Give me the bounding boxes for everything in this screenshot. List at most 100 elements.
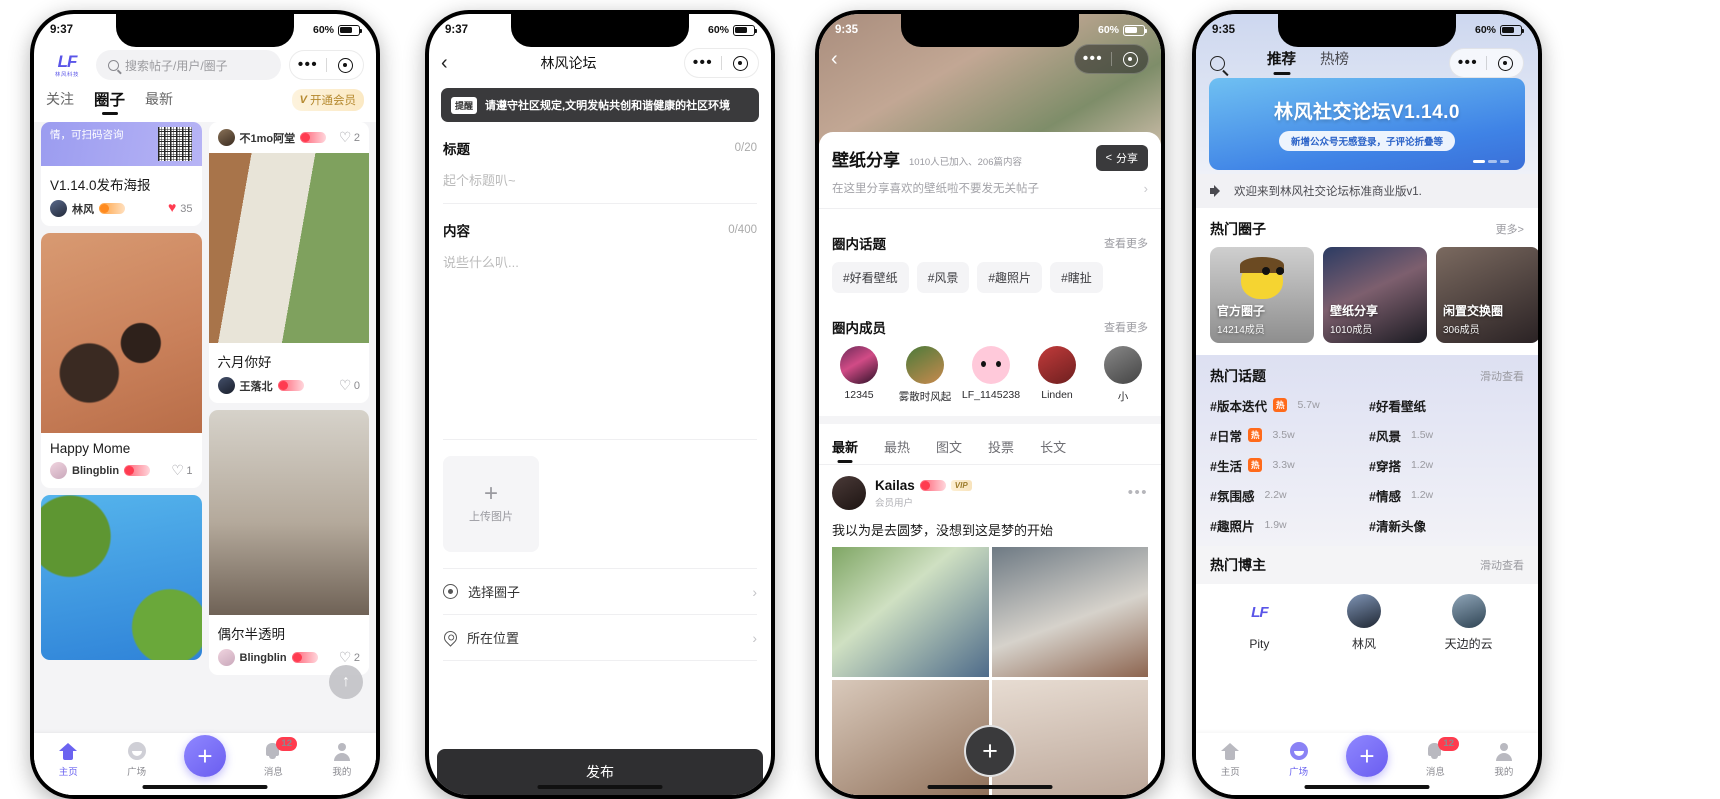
tab-latest[interactable]: 最新 [832, 437, 858, 464]
carousel-dot[interactable] [1500, 160, 1509, 163]
back-icon[interactable]: ‹ [831, 49, 838, 69]
like-count-wrap[interactable]: 2 [339, 652, 360, 664]
tabbar-item-profile[interactable]: 我的 [1470, 741, 1538, 778]
avatar[interactable] [217, 649, 235, 666]
hot-circles-more[interactable]: 更多> [1496, 221, 1524, 237]
more-dots-icon[interactable]: ••• [685, 49, 721, 77]
option-select-circle[interactable]: 选择圈子 › [429, 569, 771, 614]
feed-card[interactable]: 不1mo阿堂 2 六月你好 王落北 [208, 122, 369, 403]
feed-card[interactable]: Happy Mome Blingblin 1 [41, 233, 202, 488]
hot-topic-item[interactable]: #生活 热 3.3w [1210, 450, 1365, 480]
hot-circle-card[interactable]: 官方圈子 14214成员 [1210, 247, 1314, 343]
like-count-wrap[interactable]: 0 [339, 380, 360, 392]
carousel-dot-active[interactable] [1473, 160, 1485, 163]
tabbar-item-plaza[interactable]: 广场 [102, 741, 170, 778]
tabbar-item-home[interactable]: 主页 [1196, 741, 1264, 778]
hot-topic-item[interactable]: #版本迭代 热 5.7w [1210, 390, 1365, 420]
option-location[interactable]: 所在位置 › [429, 615, 771, 660]
topic-chip[interactable]: #瞎扯 [1050, 262, 1103, 293]
carousel-dots[interactable] [1473, 160, 1509, 163]
mini-program-capsule[interactable]: ••• [1074, 44, 1149, 74]
blogger-card[interactable]: 林风 [1314, 584, 1414, 662]
like-count-wrap[interactable]: 1 [171, 465, 192, 477]
more-dots-icon[interactable]: ••• [1450, 49, 1486, 77]
share-button[interactable]: < 分享 [1095, 145, 1148, 171]
member-item[interactable]: 小 [1096, 346, 1150, 404]
card-username[interactable]: Blingblin [240, 652, 287, 664]
close-target-icon[interactable] [722, 49, 758, 77]
close-target-icon[interactable] [1112, 45, 1148, 73]
tabbar-item-home[interactable]: 主页 [34, 741, 102, 778]
post-image[interactable] [991, 680, 1148, 795]
hot-topic-item[interactable]: #风景 1.5w [1369, 420, 1524, 450]
title-input[interactable]: 起个标题叭~ [443, 158, 757, 203]
circle-description-row[interactable]: 在这里分享喜欢的壁纸啦不要发无关帖子 › [832, 171, 1148, 208]
topic-chip[interactable]: #好看壁纸 [832, 262, 909, 293]
hot-topic-item[interactable]: #日常 热 3.5w [1210, 420, 1365, 450]
feed-card[interactable] [41, 495, 202, 660]
content-input[interactable]: 说些什么叭... [443, 240, 757, 439]
post-image[interactable] [832, 547, 989, 677]
more-dots-icon[interactable]: ••• [290, 51, 326, 79]
scroll-to-top-button[interactable]: ↑ [329, 665, 363, 699]
mini-program-capsule[interactable]: ••• [289, 50, 364, 80]
blogger-card[interactable]: 天边的云 [1419, 584, 1519, 662]
tabbar-item-messages[interactable]: 12 消息 [1401, 737, 1469, 778]
avatar[interactable] [217, 129, 235, 146]
tab-longpost[interactable]: 长文 [1040, 437, 1066, 464]
avatar[interactable] [832, 476, 866, 510]
mini-program-capsule[interactable]: ••• [1449, 48, 1524, 78]
tabbar-item-plaza[interactable]: 广场 [1264, 741, 1332, 778]
hot-circles-list[interactable]: 官方圈子 14214成员 壁纸分享 1010成员 闲置交换圈 306成员 [1196, 247, 1538, 355]
tabbar-item-create[interactable]: + [171, 735, 239, 777]
hot-circle-card[interactable]: 壁纸分享 1010成员 [1323, 247, 1427, 343]
card-username[interactable]: Blingblin [72, 465, 119, 477]
plus-icon[interactable]: + [184, 735, 227, 777]
tab-hotlist[interactable]: 热榜 [1320, 48, 1349, 78]
feed-card[interactable]: 偶尔半透明 Blingblin 2 [208, 410, 369, 675]
tab-circles[interactable]: 圈子 [94, 88, 125, 116]
hot-topic-item[interactable]: #情感 1.2w [1369, 480, 1524, 510]
member-item[interactable]: Linden [1030, 346, 1084, 404]
hot-topic-item[interactable]: #好看壁纸 [1369, 390, 1524, 420]
hot-topic-item[interactable]: #清新头像 [1369, 510, 1524, 540]
card-username[interactable]: 不1mo阿堂 [240, 130, 296, 146]
bloggers-more[interactable]: 滑动查看 [1480, 557, 1524, 573]
search-input[interactable]: 搜索帖子/用户/圈子 [96, 50, 281, 80]
post-author[interactable]: Kailas [875, 478, 915, 493]
post-image[interactable] [832, 680, 989, 795]
tabbar-item-messages[interactable]: 12 消息 [239, 737, 307, 778]
topics-more-link[interactable]: 查看更多 [1104, 235, 1148, 251]
bloggers-list[interactable]: LF Pity 林风 天边的云 [1196, 584, 1538, 662]
hot-topics-more[interactable]: 滑动查看 [1480, 368, 1524, 384]
hot-topic-item[interactable]: #穿搭 1.2w [1369, 450, 1524, 480]
like-count-wrap[interactable]: 2 [339, 132, 360, 144]
like-count-wrap[interactable]: 35 [168, 202, 192, 215]
topic-chip[interactable]: #风景 [916, 262, 970, 293]
promo-banner[interactable]: 林风社交论坛V1.14.0 新增公众号无感登录，子评论折叠等 [1209, 78, 1525, 170]
close-target-icon[interactable] [1487, 49, 1523, 77]
members-more-link[interactable]: 查看更多 [1104, 319, 1148, 335]
tab-vote[interactable]: 投票 [988, 437, 1014, 464]
tab-hottest[interactable]: 最热 [884, 437, 910, 464]
announcement-bar[interactable]: 欢迎来到林风社交论坛标准商业版v1. [1196, 174, 1538, 208]
hot-topic-item[interactable]: #趣照片 1.9w [1210, 510, 1365, 540]
promo-card[interactable]: 情，可扫码咨询 V1.14.0发布海报 林风 35 [41, 122, 202, 226]
card-username[interactable]: 林风 [72, 201, 94, 217]
close-target-icon[interactable] [327, 51, 363, 79]
tabbar-item-profile[interactable]: 我的 [308, 741, 376, 778]
tab-latest[interactable]: 最新 [145, 89, 173, 115]
plus-icon[interactable]: + [1346, 735, 1389, 777]
image-upload-button[interactable]: + 上传图片 [443, 456, 539, 552]
topic-chip[interactable]: #趣照片 [977, 262, 1043, 293]
tab-recommend[interactable]: 推荐 [1267, 48, 1296, 78]
topic-chip-list[interactable]: #好看壁纸 #风景 #趣照片 #瞎扯 [832, 262, 1148, 293]
tab-follow[interactable]: 关注 [46, 89, 74, 115]
back-icon[interactable]: ‹ [441, 53, 463, 73]
home-feed[interactable]: 情，可扫码咨询 V1.14.0发布海报 林风 35 [34, 122, 376, 795]
search-icon[interactable] [1210, 55, 1225, 71]
tabbar-item-create[interactable]: + [1333, 735, 1401, 777]
blogger-card[interactable]: LF Pity [1210, 584, 1309, 662]
avatar[interactable] [50, 200, 67, 217]
member-list[interactable]: 12345 雾散时风起 LF_1145238 Linden 小 [832, 346, 1148, 416]
